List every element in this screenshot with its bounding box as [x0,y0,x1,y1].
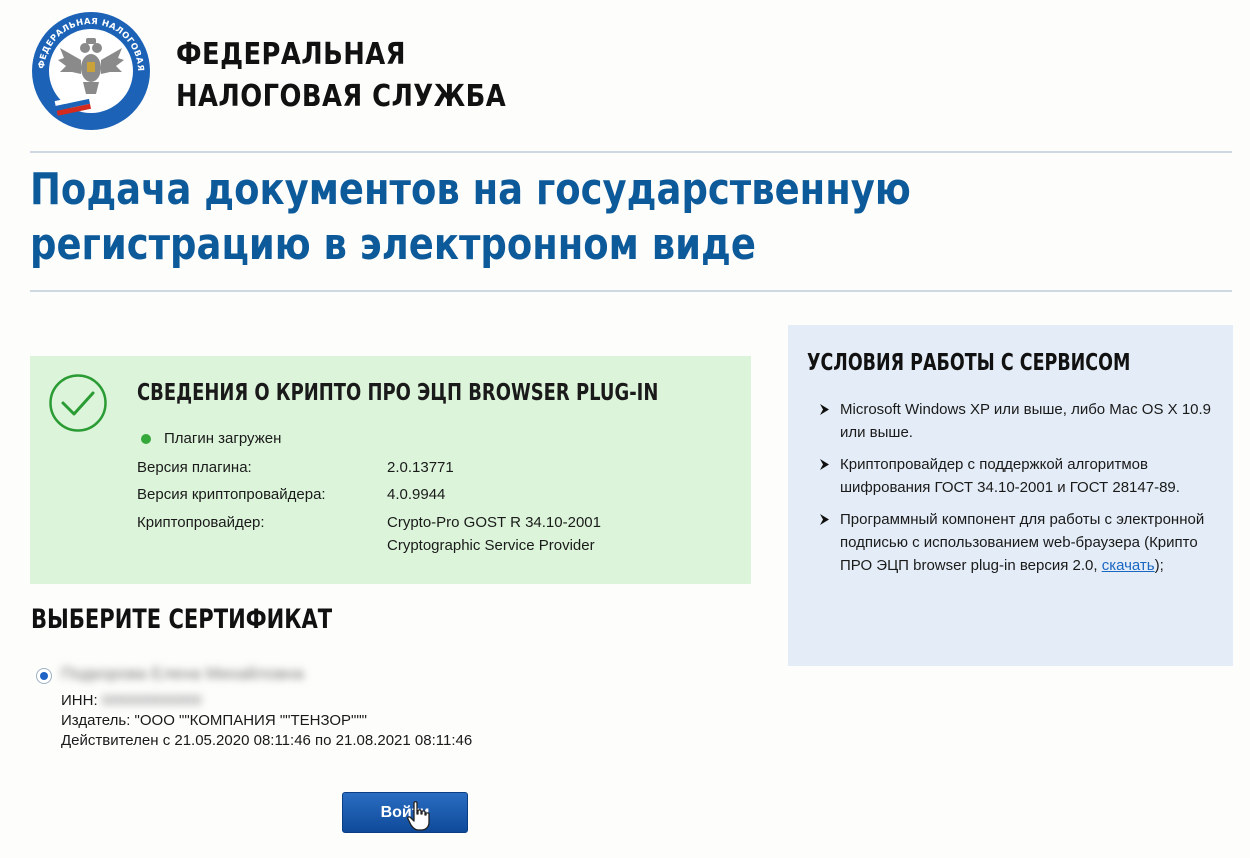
csp-version-label: Версия криптопровайдера: [137,486,326,503]
service-terms-list: Microsoft Windows XP или выше, либо Mac … [819,398,1224,586]
certificate-inn-value: 000000000000 [101,692,202,709]
csp-value: Crypto-Pro GOST R 34.10-2001 Cryptograph… [387,511,601,557]
certificate-issuer: Издатель: "ООО ""КОМПАНИЯ ""ТЕНЗОР""" [61,712,368,729]
fns-emblem-icon: ФЕДЕРАЛЬНАЯ НАЛОГОВАЯ СЛУЖБА [30,10,150,130]
site-header: ФЕДЕРАЛЬНАЯ НАЛОГОВАЯ СЛУЖБА ФЕДЕРАЛЬНАЯ… [30,10,1230,140]
plugin-version-label: Версия плагина: [137,459,252,476]
service-terms-title: УСЛОВИЯ РАБОТЫ С СЕРВИСОМ [807,350,1131,376]
plugin-version-value: 2.0.13771 [387,459,454,476]
org-name: ФЕДЕРАЛЬНАЯ НАЛОГОВАЯ СЛУЖБА [176,34,506,118]
certificate-details: ИНН: 000000000000 Издатель: "ООО ""КОМПАН… [61,691,472,751]
download-plugin-link[interactable]: скачать [1102,557,1155,574]
arrow-bullet-icon [820,404,829,415]
plugin-status-text: Плагин загружен [164,430,282,447]
org-name-line2: НАЛОГОВАЯ СЛУЖБА [176,79,507,114]
csp-label: Криптопровайдер: [137,514,265,531]
terms-item-os-text: Microsoft Windows XP или выше, либо Mac … [840,401,1212,441]
check-circle-icon [49,374,107,432]
service-terms-panel: УСЛОВИЯ РАБОТЫ С СЕРВИСОМ Microsoft Wind… [788,325,1233,666]
csp-value-line2: Cryptographic Service Provider [387,537,595,554]
plugin-info-title: СВЕДЕНИЯ О КРИПТО ПРО ЭЦП BROWSER PLUG-I… [137,380,659,406]
terms-item-csp-text: Криптопровайдер с поддержкой алгоритмов … [840,456,1180,496]
login-button[interactable]: Войти [342,792,468,833]
terms-item-plugin: Программный компонент для работы с элект… [819,508,1224,577]
terms-item-plugin-tail: ); [1154,557,1164,574]
header-divider [30,151,1232,153]
certificate-radio[interactable] [36,668,52,684]
arrow-bullet-icon [820,459,829,470]
certificate-radio-selected-dot [40,672,48,680]
csp-version-value: 4.0.9944 [387,486,446,503]
terms-item-os: Microsoft Windows XP или выше, либо Mac … [819,398,1224,444]
page-title: Подача документов на государственную рег… [30,164,911,270]
certificate-inn: ИНН: 000000000000 [61,691,472,711]
title-divider [30,290,1232,292]
certificate-holder-name[interactable]: Подкорова Елена Михайловна [61,664,304,684]
arrow-bullet-icon [820,514,829,525]
select-certificate-title: ВЫБЕРИТЕ СЕРТИФИКАТ [31,604,333,635]
plugin-status: Плагин загружен [140,430,281,447]
terms-item-csp: Криптопровайдер с поддержкой алгоритмов … [819,453,1224,499]
org-name-line1: ФЕДЕРАЛЬНАЯ [176,37,406,72]
certificate-validity: Действителен с 21.05.2020 08:11:46 по 21… [61,732,473,749]
certificate-inn-label: ИНН: [61,692,98,709]
status-dot-icon [141,433,151,444]
plugin-info-panel: СВЕДЕНИЯ О КРИПТО ПРО ЭЦП BROWSER PLUG-I… [30,356,751,584]
csp-value-line1: Crypto-Pro GOST R 34.10-2001 [387,514,601,531]
